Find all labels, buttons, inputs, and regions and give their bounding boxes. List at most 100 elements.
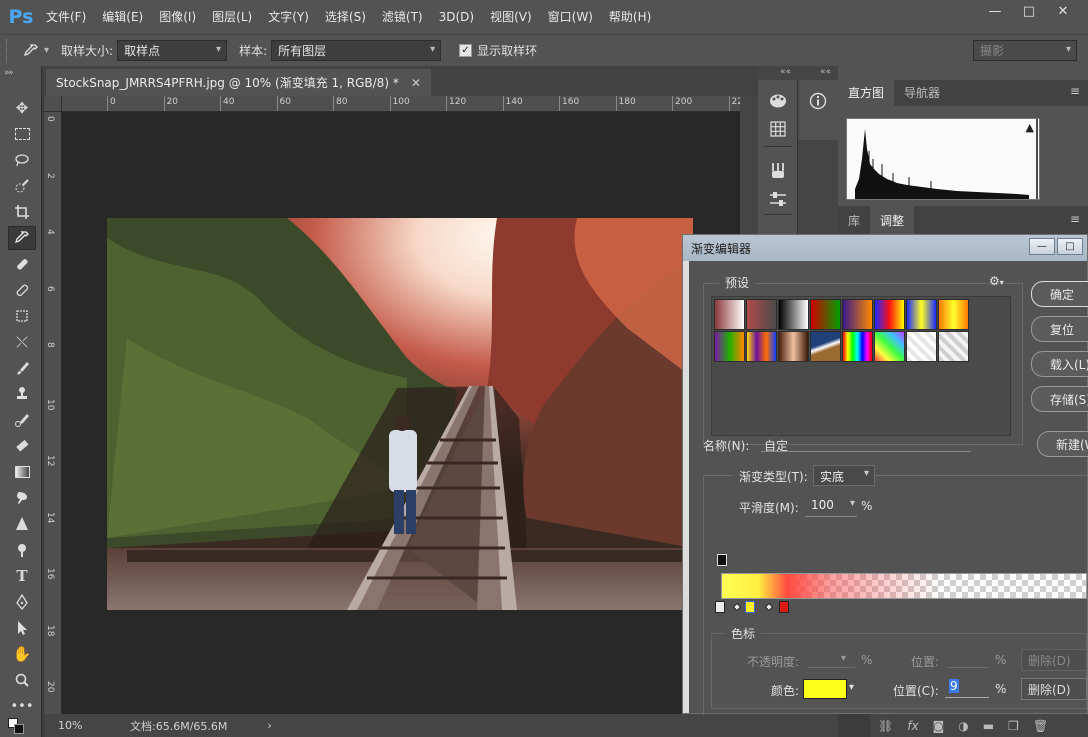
patch-tool-icon[interactable]: [8, 304, 36, 328]
preset-swatch-yellow-violet-orange-blue[interactable]: [746, 331, 777, 362]
preset-swatch-chrome[interactable]: [810, 331, 841, 362]
mask-icon[interactable]: ◙: [933, 719, 945, 733]
panel-menu-icon[interactable]: ≡: [1070, 84, 1080, 98]
dialog-titlebar[interactable]: 渐变编辑器 — □: [683, 235, 1087, 261]
hand-tool-icon[interactable]: ✋: [8, 642, 36, 666]
preset-swatch-blue-red-yellow[interactable]: [874, 299, 905, 330]
brush-tool-icon[interactable]: [8, 278, 36, 302]
chevron-down-icon[interactable]: ▾: [849, 682, 854, 693]
expand-icon[interactable]: »: [4, 68, 10, 78]
adjustment-layer-icon[interactable]: ◑: [958, 719, 968, 733]
quick-selection-tool-icon[interactable]: [8, 174, 36, 198]
close-button[interactable]: ✕: [1046, 0, 1080, 22]
menu-item-3[interactable]: 图层(L): [204, 0, 260, 34]
color-location-input[interactable]: 9: [945, 678, 989, 698]
clone-stamp-tool-icon[interactable]: [8, 382, 36, 406]
swatches-grid-icon[interactable]: [767, 118, 789, 140]
menu-item-4[interactable]: 文字(Y): [260, 0, 317, 34]
preset-swatch-transparent-rainbow[interactable]: [874, 331, 905, 362]
path-selection-tool-icon[interactable]: [8, 616, 36, 640]
smoothness-input[interactable]: 100 ▾: [805, 496, 857, 517]
eyedropper-tool-icon[interactable]: [8, 226, 36, 250]
menu-item-10[interactable]: 帮助(H): [601, 0, 659, 34]
folder-icon[interactable]: ▬: [983, 719, 994, 733]
menu-item-6[interactable]: 滤镜(T): [374, 0, 431, 34]
preset-swatch-foreground-to-transparent[interactable]: [746, 299, 777, 330]
preset-swatch-blue-yellow-blue[interactable]: [906, 299, 937, 330]
preset-swatch-transparent-stripes[interactable]: [906, 331, 937, 362]
show-ring-checkbox[interactable]: ✓: [459, 44, 473, 57]
history-brush-tool-icon[interactable]: ⤬: [8, 330, 36, 354]
restore-button[interactable]: □: [1012, 0, 1046, 22]
link-icon[interactable]: ⛓: [878, 719, 893, 733]
close-icon[interactable]: ✕: [411, 76, 421, 90]
collapse-icon[interactable]: ««: [780, 67, 791, 77]
sample-size-select[interactable]: 取样点 ▾: [117, 40, 228, 61]
dialog-maximize-button[interactable]: □: [1057, 238, 1083, 255]
preset-swatch-red-green[interactable]: [810, 299, 841, 330]
collapse-icon[interactable]: ««: [820, 67, 831, 77]
menu-item-9[interactable]: 窗口(W): [540, 0, 601, 34]
preset-swatch-black-white[interactable]: [778, 299, 809, 330]
warning-icon[interactable]: ▲: [1026, 121, 1034, 134]
color-swatch[interactable]: [803, 679, 847, 699]
grip-handle[interactable]: [6, 38, 18, 63]
eyedropper-preset-icon[interactable]: [18, 39, 44, 63]
healing-brush-tool-icon[interactable]: [8, 252, 36, 276]
brush-settings-icon[interactable]: [767, 188, 789, 210]
chevron-down-icon[interactable]: ▾: [44, 45, 49, 56]
new-button[interactable]: 新建(W): [1037, 431, 1088, 457]
load-button[interactable]: 载入(L)...: [1031, 351, 1088, 377]
color-swatches-icon[interactable]: [8, 718, 30, 736]
tab-library[interactable]: 库: [838, 206, 870, 236]
gradient-tool-icon[interactable]: [8, 460, 36, 484]
preset-swatch-orange-yellow-orange[interactable]: [938, 299, 969, 330]
lasso-tool-icon[interactable]: [8, 148, 36, 172]
ok-button[interactable]: 确定: [1031, 281, 1088, 307]
preset-swatch-spectrum[interactable]: [842, 331, 873, 362]
tab-histogram[interactable]: 直方图: [838, 80, 895, 106]
sample-select[interactable]: 所有图层 ▾: [271, 40, 442, 61]
trash-icon[interactable]: 🗑: [1033, 719, 1048, 733]
color-palette-icon[interactable]: [767, 90, 789, 112]
save-button[interactable]: 存储(S)...: [1031, 386, 1088, 412]
menu-item-0[interactable]: 文件(F): [38, 0, 94, 34]
info-icon[interactable]: [807, 90, 829, 112]
tab-adjustments[interactable]: 调整: [870, 206, 915, 236]
marquee-tool-icon[interactable]: [8, 122, 36, 146]
art-history-brush-icon[interactable]: [8, 408, 36, 432]
gradient-preview-bar[interactable]: [721, 573, 1087, 599]
preset-swatch-violet-orange[interactable]: [842, 299, 873, 330]
dialog-minimize-button[interactable]: —: [1029, 238, 1055, 255]
workspace-select[interactable]: 摄影 ▾: [973, 40, 1077, 61]
new-layer-icon[interactable]: ❐: [1008, 719, 1019, 733]
delete-color-stop-button[interactable]: 删除(D): [1021, 678, 1087, 700]
gradient-type-select[interactable]: 实底 ▾: [813, 465, 875, 486]
eraser-tool-icon[interactable]: [8, 434, 36, 458]
menu-item-1[interactable]: 编辑(E): [94, 0, 151, 34]
menu-item-5[interactable]: 选择(S): [317, 0, 374, 34]
crop-tool-icon[interactable]: [8, 200, 36, 224]
smudge-tool-icon[interactable]: [8, 486, 36, 510]
menu-item-2[interactable]: 图像(I): [151, 0, 204, 34]
paint-brush-tool-icon[interactable]: [8, 356, 36, 380]
gear-icon[interactable]: ⚙▾: [989, 274, 1004, 288]
tab-navigator[interactable]: 导航器: [894, 80, 950, 106]
more-tools-icon[interactable]: •••: [8, 694, 36, 718]
preset-swatch-violet-green-orange[interactable]: [714, 331, 745, 362]
dodge-tool-icon[interactable]: [8, 538, 36, 562]
ruler-origin[interactable]: [44, 96, 62, 112]
document-tab[interactable]: StockSnap_JMRRS4PFRH.jpg @ 10% (渐变填充 1, …: [46, 69, 431, 96]
zoom-tool-icon[interactable]: [8, 668, 36, 692]
reset-button[interactable]: 复位: [1031, 316, 1088, 342]
status-menu-arrow[interactable]: ›: [267, 719, 271, 732]
minimize-button[interactable]: —: [978, 0, 1012, 22]
preset-swatch-neutral-density[interactable]: [938, 331, 969, 362]
type-tool-icon[interactable]: T: [8, 564, 36, 588]
brushes-icon[interactable]: [767, 160, 789, 182]
zoom-level[interactable]: 10%: [58, 719, 130, 732]
preset-swatch-foreground-to-background[interactable]: [714, 299, 745, 330]
color-stop-1[interactable]: [715, 601, 725, 613]
pen-tool-icon[interactable]: [8, 590, 36, 614]
menu-item-7[interactable]: 3D(D): [431, 0, 482, 34]
